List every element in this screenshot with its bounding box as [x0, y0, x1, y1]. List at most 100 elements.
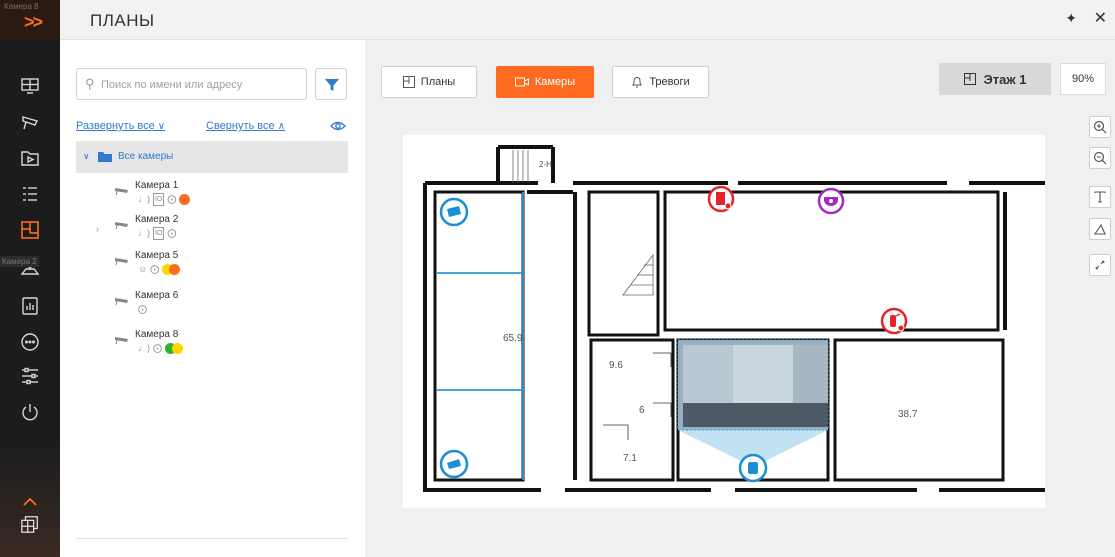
camera-name: Камера 2 — [135, 214, 179, 225]
camera-icon — [115, 258, 128, 266]
camera-status: ♩) ⨀ — [138, 342, 183, 354]
expand-arrow-icon[interactable]: › — [96, 224, 99, 234]
camera-item[interactable]: Камера 1 ♩) IO ⨀ — [100, 180, 340, 210]
link-icon — [1095, 260, 1105, 270]
chevron-up-icon[interactable] — [20, 492, 40, 512]
camera-item[interactable]: Камера 8 ♩) ⨀ — [100, 329, 340, 359]
plan-alarm-marker-icon[interactable] — [707, 185, 735, 213]
zoom-in-icon — [1093, 120, 1107, 134]
search-icon: ⚲ — [85, 76, 95, 91]
floor-selector[interactable]: Этаж 1 — [939, 63, 1051, 95]
close-icon[interactable]: ✕ — [1094, 8, 1107, 28]
reports-icon[interactable] — [20, 296, 40, 316]
tree-root-all-cameras[interactable]: ∨ Все камеры — [76, 141, 348, 173]
monitor-icon[interactable] — [20, 76, 40, 96]
zoom-in-button[interactable] — [1089, 116, 1111, 138]
ptz-icon: ⨀ — [138, 303, 147, 314]
layouts-icon[interactable] — [20, 514, 42, 536]
room-label: 9.6 — [609, 360, 623, 371]
camera-item[interactable]: › Камера 2 ♩) IO ⨀ — [96, 214, 340, 244]
status-dots — [165, 342, 183, 354]
filter-icon — [325, 79, 339, 91]
triangle-icon — [1093, 223, 1106, 235]
collapse-all-link[interactable]: Свернуть все ∧ — [206, 120, 285, 132]
ptz-icon: ⨀ — [150, 263, 160, 274]
rail-expand-button[interactable]: Камера 8 >> — [0, 0, 60, 40]
eye-icon[interactable] — [330, 120, 346, 132]
settings-icon[interactable] — [20, 366, 40, 386]
status-dot-yellow — [172, 342, 183, 354]
zoom-level[interactable]: 90% — [1060, 63, 1106, 95]
tab-plans[interactable]: Планы — [381, 66, 477, 98]
status-dots — [162, 263, 181, 275]
link-tool-button[interactable] — [1089, 254, 1111, 276]
camera-status: ♩) IO ⨀ — [138, 226, 177, 240]
camera-icon — [115, 337, 128, 345]
panel-divider — [76, 538, 348, 539]
camera-icon — [115, 222, 128, 230]
tab-cameras[interactable]: Камеры — [496, 66, 594, 98]
chevron-down-icon: ∨ — [157, 121, 166, 132]
ptz-icon: ⨀ — [167, 193, 177, 204]
page-title: ПЛАНЫ — [90, 11, 155, 30]
camera-name: Камера 8 — [135, 329, 179, 340]
power-icon[interactable] — [20, 402, 40, 422]
status-dot-orange — [169, 263, 181, 275]
plans-icon[interactable] — [20, 220, 40, 240]
camera-icon — [115, 298, 128, 306]
camera-icon[interactable] — [20, 112, 40, 132]
plan-camera-marker-icon[interactable] — [439, 197, 469, 227]
expand-chevrons-icon: >> — [24, 12, 43, 32]
floor-plan[interactable]: 65.9 9.6 6 7.1 38.7 2-Н — [403, 135, 1045, 508]
pin-icon[interactable]: ✦ — [1065, 10, 1077, 27]
folder-icon — [98, 152, 112, 162]
mic-icon: ♩) — [138, 342, 150, 353]
room-label: 7.1 — [623, 453, 637, 464]
tab-plans-label: Планы — [420, 76, 456, 88]
expand-all-label: Развернуть все — [76, 120, 155, 132]
room-label: 65.9 — [503, 333, 523, 344]
rail-top-tag: Камера 8 — [4, 2, 39, 11]
collapse-arrow-icon[interactable]: ∨ — [83, 151, 90, 162]
filter-button[interactable] — [315, 68, 347, 100]
tab-alarms-label: Тревоги — [649, 76, 690, 88]
text-icon — [1094, 191, 1106, 203]
text-tool-button[interactable] — [1089, 186, 1111, 208]
camera-item[interactable]: Камера 5 ☺ ⨀ — [100, 250, 340, 280]
zoom-out-button[interactable] — [1089, 147, 1111, 169]
plan-extinguisher-marker-icon[interactable] — [880, 307, 908, 335]
search-input[interactable] — [101, 75, 301, 95]
plan-camera-marker-icon[interactable] — [738, 453, 768, 483]
area-tool-button[interactable] — [1089, 218, 1111, 240]
archive-icon[interactable] — [20, 148, 40, 168]
plans-icon — [402, 76, 415, 88]
left-rail: Камера 8 >> Камера 2 — [0, 0, 60, 557]
plan-view: Планы Камеры Тревоги Этаж 1 90% 65.9 9.6… — [365, 40, 1115, 557]
camera-status: ☺ ⨀ — [138, 263, 181, 275]
expand-all-link[interactable]: Развернуть все ∨ — [76, 120, 165, 132]
camera-name: Камера 5 — [135, 250, 179, 261]
camera-icon — [115, 188, 128, 196]
rail-side-tag: Камера 2 — [0, 256, 39, 267]
face-icon: ☺ — [138, 263, 148, 274]
room-label: 6 — [639, 405, 645, 416]
floor-label: Этаж 1 — [983, 71, 1027, 87]
plan-dome-camera-marker-icon[interactable] — [817, 187, 845, 215]
room-label: 38.7 — [898, 409, 918, 420]
plan-camera-marker-icon[interactable] — [439, 449, 469, 479]
list-icon[interactable] — [20, 184, 40, 204]
chevron-up-icon: ∧ — [277, 121, 286, 132]
header-bar: ПЛАНЫ ✦ ✕ — [60, 0, 1115, 40]
camera-name: Камера 6 — [135, 290, 179, 301]
camera-status: ⨀ — [138, 303, 147, 315]
tab-cameras-label: Камеры — [534, 76, 576, 88]
tab-alarms[interactable]: Тревоги — [612, 66, 709, 98]
plans-icon — [963, 73, 976, 85]
io-icon: IO — [153, 192, 165, 206]
camera-item[interactable]: Камера 6 ⨀ — [100, 290, 340, 320]
mic-icon: ♩) — [138, 193, 150, 204]
chat-icon[interactable] — [20, 332, 40, 352]
ptz-icon: ⨀ — [167, 227, 177, 238]
tree-root-label: Все камеры — [118, 151, 174, 162]
ptz-icon: ⨀ — [153, 342, 162, 353]
